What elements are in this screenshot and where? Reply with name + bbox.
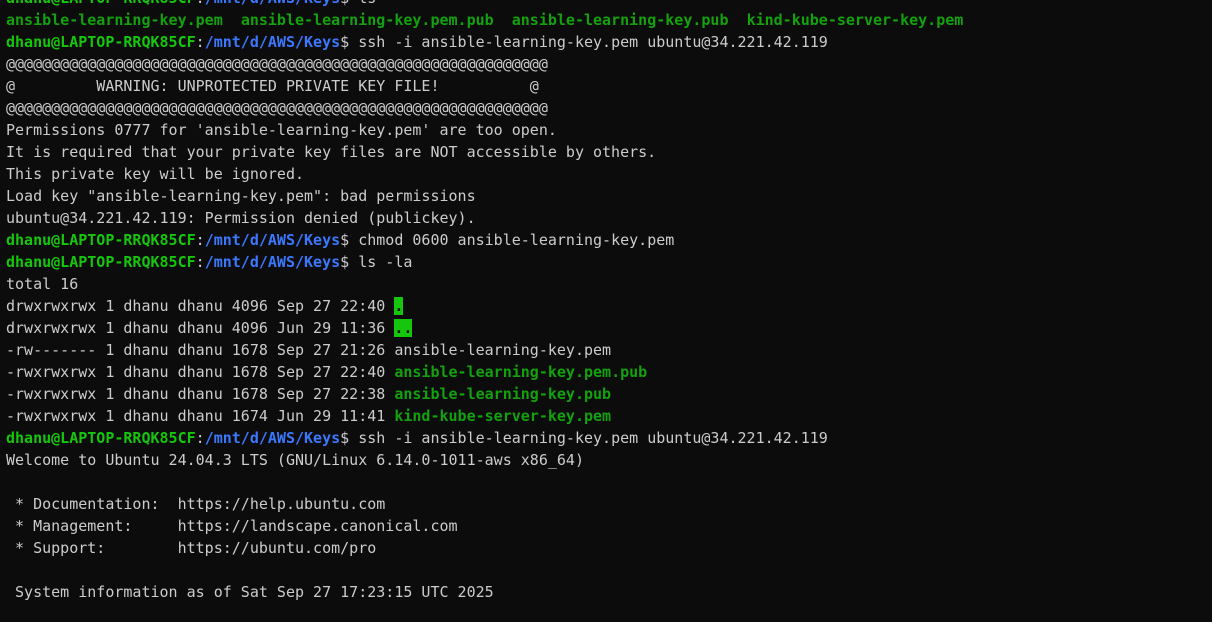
prompt-symbol: $ [340, 253, 359, 271]
ls-long-row: -rwxrwxrwx 1 dhanu dhanu 1678 Sep 27 22:… [6, 361, 1212, 383]
output-line: @ WARNING: UNPROTECTED PRIVATE KEY FILE!… [6, 77, 539, 95]
command-text: ssh -i ansible-learning-key.pem ubuntu@3… [358, 33, 828, 51]
prompt-path: /mnt/d/AWS/Keys [204, 429, 341, 447]
file-name: .. [394, 319, 413, 337]
file-metadata: drwxrwxrwx 1 dhanu dhanu 4096 Sep 27 22:… [6, 297, 395, 315]
prompt-line: dhanu@LAPTOP-RRQK85CF:/mnt/d/AWS/Keys$ c… [6, 229, 1212, 251]
command-text: ls [358, 0, 376, 7]
prompt-colon: : [195, 429, 205, 447]
terminal-output[interactable]: dhanu@LAPTOP-RRQK85CF:/mnt/d/AWS/Keys$ l… [6, 0, 1212, 603]
file-entry: kind-kube-server-key.pem [746, 11, 964, 29]
prompt-colon: : [195, 253, 205, 271]
prompt-path: /mnt/d/AWS/Keys [204, 253, 341, 271]
command-text: ls -la [358, 253, 413, 271]
file-name: . [394, 297, 404, 315]
ls-long-row: -rw------- 1 dhanu dhanu 1678 Sep 27 21:… [6, 339, 1212, 361]
prompt-path: /mnt/d/AWS/Keys [205, 0, 340, 7]
prompt-symbol: $ [340, 429, 359, 447]
prompt-line: dhanu@LAPTOP-RRQK85CF:/mnt/d/AWS/Keys$ s… [6, 31, 1212, 53]
column-spacer [494, 11, 512, 29]
output-line: * Support: https://ubuntu.com/pro [6, 539, 377, 557]
output-line: @@@@@@@@@@@@@@@@@@@@@@@@@@@@@@@@@@@@@@@@… [6, 55, 548, 73]
prompt-line: dhanu@LAPTOP-RRQK85CF:/mnt/d/AWS/Keys$ s… [6, 427, 1212, 449]
file-metadata: -rwxrwxrwx 1 dhanu dhanu 1678 Sep 27 22:… [6, 363, 395, 381]
file-entry: ansible-learning-key.pub [511, 11, 729, 29]
prompt-line: dhanu@LAPTOP-RRQK85CF:/mnt/d/AWS/Keys$ l… [6, 0, 1212, 9]
prompt-user-host: dhanu@LAPTOP-RRQK85CF [6, 429, 196, 447]
output-line: ubuntu@34.221.42.119: Permission denied … [6, 209, 476, 227]
file-name: ansible-learning-key.pub [394, 385, 612, 403]
prompt-user-host: dhanu@LAPTOP-RRQK85CF [6, 253, 196, 271]
prompt-colon: : [196, 0, 205, 7]
prompt-symbol: $ [340, 0, 358, 7]
file-metadata: drwxrwxrwx 1 dhanu dhanu 4096 Jun 29 11:… [6, 319, 395, 337]
file-name: ansible-learning-key.pem [394, 341, 612, 359]
column-spacer [223, 11, 241, 29]
output-line: * Documentation: https://help.ubuntu.com [6, 495, 386, 513]
prompt-user-host: dhanu@LAPTOP-RRQK85CF [6, 33, 196, 51]
prompt-colon: : [195, 33, 205, 51]
output-line: It is required that your private key fil… [6, 143, 657, 161]
file-entry: ansible-learning-key.pem [6, 11, 223, 29]
prompt-symbol: $ [340, 231, 359, 249]
prompt-path: /mnt/d/AWS/Keys [204, 231, 341, 249]
column-spacer [729, 11, 747, 29]
output-line: Load key "ansible-learning-key.pem": bad… [6, 187, 476, 205]
prompt-colon: : [195, 231, 205, 249]
file-name: kind-kube-server-key.pem [394, 407, 612, 425]
output-line: This private key will be ignored. [6, 165, 305, 183]
output-line: Permissions 0777 for 'ansible-learning-k… [6, 121, 557, 139]
output-line: @@@@@@@@@@@@@@@@@@@@@@@@@@@@@@@@@@@@@@@@… [6, 99, 548, 117]
file-metadata: -rwxrwxrwx 1 dhanu dhanu 1674 Jun 29 11:… [6, 407, 395, 425]
file-metadata: -rw------- 1 dhanu dhanu 1678 Sep 27 21:… [6, 341, 395, 359]
prompt-path: /mnt/d/AWS/Keys [204, 33, 341, 51]
ls-long-row: drwxrwxrwx 1 dhanu dhanu 4096 Jun 29 11:… [6, 317, 1212, 339]
output-line: Welcome to Ubuntu 24.04.3 LTS (GNU/Linux… [6, 451, 584, 469]
output-line: total 16 [6, 275, 79, 293]
ls-long-row: -rwxrwxrwx 1 dhanu dhanu 1674 Jun 29 11:… [6, 405, 1212, 427]
command-text: ssh -i ansible-learning-key.pem ubuntu@3… [358, 429, 828, 447]
prompt-user-host: dhanu@LAPTOP-RRQK85CF [6, 231, 196, 249]
prompt-user-host: dhanu@LAPTOP-RRQK85CF [6, 0, 196, 7]
prompt-line: dhanu@LAPTOP-RRQK85CF:/mnt/d/AWS/Keys$ l… [6, 251, 1212, 273]
prompt-symbol: $ [340, 33, 359, 51]
file-metadata: -rwxrwxrwx 1 dhanu dhanu 1678 Sep 27 22:… [6, 385, 395, 403]
ls-output-line: ansible-learning-key.pem ansible-learnin… [6, 9, 1212, 31]
command-text: chmod 0600 ansible-learning-key.pem [358, 231, 675, 249]
file-name: ansible-learning-key.pem.pub [394, 363, 648, 381]
ls-long-row: -rwxrwxrwx 1 dhanu dhanu 1678 Sep 27 22:… [6, 383, 1212, 405]
file-entry: ansible-learning-key.pem.pub [240, 11, 494, 29]
ls-long-row: drwxrwxrwx 1 dhanu dhanu 4096 Sep 27 22:… [6, 295, 1212, 317]
output-line: System information as of Sat Sep 27 17:2… [6, 583, 494, 601]
output-line: * Management: https://landscape.canonica… [6, 517, 458, 535]
